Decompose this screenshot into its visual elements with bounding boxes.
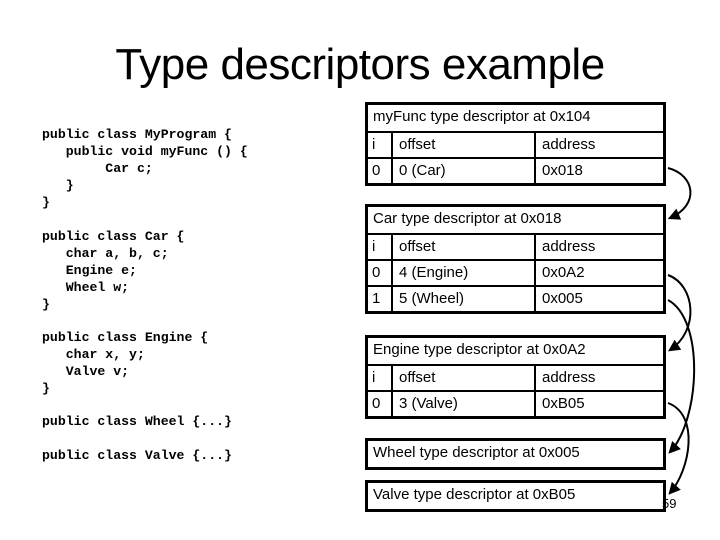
- page-number: 59: [662, 496, 677, 511]
- arrow-engine-valve-to-valve-descriptor: [667, 402, 690, 495]
- arrow-myfunc-to-car: [667, 167, 692, 220]
- arrow-car-wheel-to-wheel-descriptor: [667, 299, 696, 454]
- arrow-car-engine-to-engine-descriptor: [667, 274, 692, 352]
- pointer-arrows: [667, 167, 696, 495]
